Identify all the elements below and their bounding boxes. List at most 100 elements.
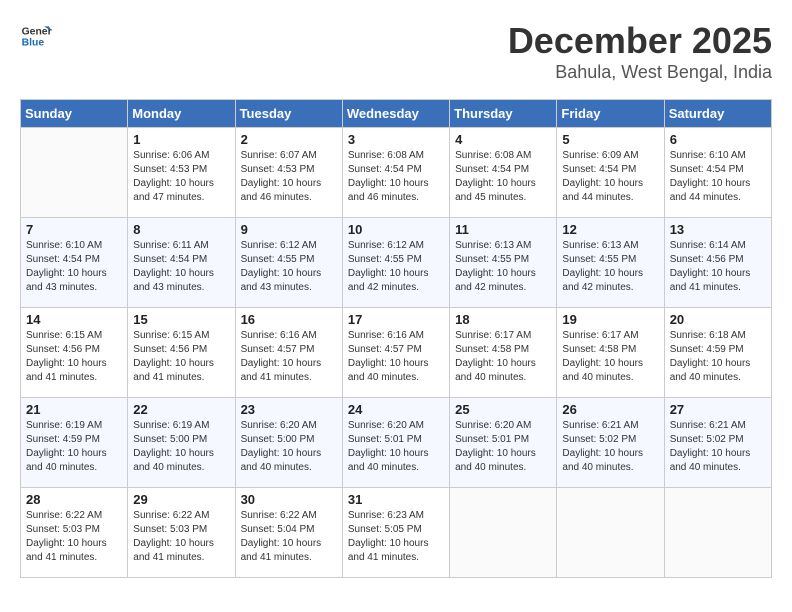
day-info: Sunrise: 6:15 AM Sunset: 4:56 PM Dayligh… bbox=[26, 329, 122, 385]
day-number: 5 bbox=[562, 132, 658, 147]
day-info: Sunrise: 6:13 AM Sunset: 4:55 PM Dayligh… bbox=[562, 239, 658, 295]
day-info: Sunrise: 6:17 AM Sunset: 4:58 PM Dayligh… bbox=[562, 329, 658, 385]
day-number: 19 bbox=[562, 312, 658, 327]
day-number: 6 bbox=[670, 132, 766, 147]
day-number: 12 bbox=[562, 222, 658, 237]
day-info: Sunrise: 6:06 AM Sunset: 4:53 PM Dayligh… bbox=[133, 149, 229, 205]
day-info: Sunrise: 6:21 AM Sunset: 5:02 PM Dayligh… bbox=[562, 419, 658, 475]
day-info: Sunrise: 6:10 AM Sunset: 4:54 PM Dayligh… bbox=[670, 149, 766, 205]
calendar-cell: 26 Sunrise: 6:21 AM Sunset: 5:02 PM Dayli… bbox=[557, 398, 664, 488]
calendar-cell: 9Sunrise: 6:12 AM Sunset: 4:55 PM Daylig… bbox=[235, 218, 342, 308]
calendar-week-row: 7Sunrise: 6:10 AM Sunset: 4:54 PM Daylig… bbox=[21, 218, 772, 308]
calendar-cell: 10 Sunrise: 6:12 AM Sunset: 4:55 PM Dayli… bbox=[342, 218, 449, 308]
day-number: 25 bbox=[455, 402, 551, 417]
day-number: 23 bbox=[241, 402, 337, 417]
calendar-cell: 25 Sunrise: 6:20 AM Sunset: 5:01 PM Dayli… bbox=[450, 398, 557, 488]
day-info: Sunrise: 6:21 AM Sunset: 5:02 PM Dayligh… bbox=[670, 419, 766, 475]
day-info: Sunrise: 6:13 AM Sunset: 4:55 PM Dayligh… bbox=[455, 239, 551, 295]
day-number: 4 bbox=[455, 132, 551, 147]
calendar-cell: 31 Sunrise: 6:23 AM Sunset: 5:05 PM Dayli… bbox=[342, 488, 449, 578]
day-number: 11 bbox=[455, 222, 551, 237]
day-info: Sunrise: 6:19 AM Sunset: 5:00 PM Dayligh… bbox=[133, 419, 229, 475]
day-info: Sunrise: 6:09 AM Sunset: 4:54 PM Dayligh… bbox=[562, 149, 658, 205]
weekday-header-friday: Friday bbox=[557, 100, 664, 128]
day-number: 28 bbox=[26, 492, 122, 507]
calendar-cell: 27 Sunrise: 6:21 AM Sunset: 5:02 PM Dayli… bbox=[664, 398, 771, 488]
day-info: Sunrise: 6:11 AM Sunset: 4:54 PM Dayligh… bbox=[133, 239, 229, 295]
calendar-cell: 8Sunrise: 6:11 AM Sunset: 4:54 PM Daylig… bbox=[128, 218, 235, 308]
calendar-cell bbox=[557, 488, 664, 578]
calendar-cell: 24 Sunrise: 6:20 AM Sunset: 5:01 PM Dayli… bbox=[342, 398, 449, 488]
day-info: Sunrise: 6:20 AM Sunset: 5:00 PM Dayligh… bbox=[241, 419, 337, 475]
day-info: Sunrise: 6:16 AM Sunset: 4:57 PM Dayligh… bbox=[241, 329, 337, 385]
calendar-cell: 2 Sunrise: 6:07 AM Sunset: 4:53 PM Daylig… bbox=[235, 128, 342, 218]
location-title: Bahula, West Bengal, India bbox=[508, 62, 772, 83]
calendar-cell: 3Sunrise: 6:08 AM Sunset: 4:54 PM Daylig… bbox=[342, 128, 449, 218]
day-info: Sunrise: 6:22 AM Sunset: 5:03 PM Dayligh… bbox=[133, 509, 229, 565]
weekday-header-row: SundayMondayTuesdayWednesdayThursdayFrid… bbox=[21, 100, 772, 128]
day-info: Sunrise: 6:19 AM Sunset: 4:59 PM Dayligh… bbox=[26, 419, 122, 475]
day-info: Sunrise: 6:23 AM Sunset: 5:05 PM Dayligh… bbox=[348, 509, 444, 565]
day-info: Sunrise: 6:14 AM Sunset: 4:56 PM Dayligh… bbox=[670, 239, 766, 295]
day-info: Sunrise: 6:20 AM Sunset: 5:01 PM Dayligh… bbox=[455, 419, 551, 475]
calendar-cell: 20 Sunrise: 6:18 AM Sunset: 4:59 PM Dayli… bbox=[664, 308, 771, 398]
day-info: Sunrise: 6:15 AM Sunset: 4:56 PM Dayligh… bbox=[133, 329, 229, 385]
day-number: 13 bbox=[670, 222, 766, 237]
logo: General Blue bbox=[20, 20, 52, 52]
calendar-cell: 30 Sunrise: 6:22 AM Sunset: 5:04 PM Dayli… bbox=[235, 488, 342, 578]
calendar-cell: 15Sunrise: 6:15 AM Sunset: 4:56 PM Dayli… bbox=[128, 308, 235, 398]
day-info: Sunrise: 6:17 AM Sunset: 4:58 PM Dayligh… bbox=[455, 329, 551, 385]
day-info: Sunrise: 6:12 AM Sunset: 4:55 PM Dayligh… bbox=[241, 239, 337, 295]
calendar-cell: 13 Sunrise: 6:14 AM Sunset: 4:56 PM Dayli… bbox=[664, 218, 771, 308]
calendar-cell: 28 Sunrise: 6:22 AM Sunset: 5:03 PM Dayli… bbox=[21, 488, 128, 578]
day-number: 20 bbox=[670, 312, 766, 327]
weekday-header-wednesday: Wednesday bbox=[342, 100, 449, 128]
day-info: Sunrise: 6:22 AM Sunset: 5:04 PM Dayligh… bbox=[241, 509, 337, 565]
day-info: Sunrise: 6:16 AM Sunset: 4:57 PM Dayligh… bbox=[348, 329, 444, 385]
calendar-cell: 1 Sunrise: 6:06 AM Sunset: 4:53 PM Daylig… bbox=[128, 128, 235, 218]
calendar-cell: 21 Sunrise: 6:19 AM Sunset: 4:59 PM Dayli… bbox=[21, 398, 128, 488]
day-info: Sunrise: 6:18 AM Sunset: 4:59 PM Dayligh… bbox=[670, 329, 766, 385]
day-info: Sunrise: 6:12 AM Sunset: 4:55 PM Dayligh… bbox=[348, 239, 444, 295]
weekday-header-saturday: Saturday bbox=[664, 100, 771, 128]
calendar-cell: 23 Sunrise: 6:20 AM Sunset: 5:00 PM Dayli… bbox=[235, 398, 342, 488]
day-number: 26 bbox=[562, 402, 658, 417]
calendar-cell: 29 Sunrise: 6:22 AM Sunset: 5:03 PM Dayli… bbox=[128, 488, 235, 578]
title-section: December 2025 Bahula, West Bengal, India bbox=[508, 20, 772, 83]
day-info: Sunrise: 6:07 AM Sunset: 4:53 PM Dayligh… bbox=[241, 149, 337, 205]
day-info: Sunrise: 6:22 AM Sunset: 5:03 PM Dayligh… bbox=[26, 509, 122, 565]
day-number: 2 bbox=[241, 132, 337, 147]
calendar-cell: 12 Sunrise: 6:13 AM Sunset: 4:55 PM Dayli… bbox=[557, 218, 664, 308]
day-number: 29 bbox=[133, 492, 229, 507]
calendar-week-row: 28 Sunrise: 6:22 AM Sunset: 5:03 PM Dayli… bbox=[21, 488, 772, 578]
day-number: 31 bbox=[348, 492, 444, 507]
weekday-header-tuesday: Tuesday bbox=[235, 100, 342, 128]
day-number: 16 bbox=[241, 312, 337, 327]
day-number: 10 bbox=[348, 222, 444, 237]
calendar-cell: 4 Sunrise: 6:08 AM Sunset: 4:54 PM Daylig… bbox=[450, 128, 557, 218]
day-info: Sunrise: 6:08 AM Sunset: 4:54 PM Dayligh… bbox=[455, 149, 551, 205]
day-number: 27 bbox=[670, 402, 766, 417]
day-number: 18 bbox=[455, 312, 551, 327]
calendar-cell: 22Sunrise: 6:19 AM Sunset: 5:00 PM Dayli… bbox=[128, 398, 235, 488]
calendar-cell bbox=[21, 128, 128, 218]
calendar-cell bbox=[450, 488, 557, 578]
day-number: 30 bbox=[241, 492, 337, 507]
calendar-cell: 7Sunrise: 6:10 AM Sunset: 4:54 PM Daylig… bbox=[21, 218, 128, 308]
calendar-week-row: 21 Sunrise: 6:19 AM Sunset: 4:59 PM Dayli… bbox=[21, 398, 772, 488]
calendar-week-row: 1 Sunrise: 6:06 AM Sunset: 4:53 PM Daylig… bbox=[21, 128, 772, 218]
page-header: General Blue December 2025 Bahula, West … bbox=[20, 20, 772, 83]
day-number: 21 bbox=[26, 402, 122, 417]
day-number: 1 bbox=[133, 132, 229, 147]
month-title: December 2025 bbox=[508, 20, 772, 62]
weekday-header-monday: Monday bbox=[128, 100, 235, 128]
calendar-cell: 5 Sunrise: 6:09 AM Sunset: 4:54 PM Daylig… bbox=[557, 128, 664, 218]
calendar-cell: 19 Sunrise: 6:17 AM Sunset: 4:58 PM Dayli… bbox=[557, 308, 664, 398]
calendar-cell: 6 Sunrise: 6:10 AM Sunset: 4:54 PM Daylig… bbox=[664, 128, 771, 218]
day-number: 24 bbox=[348, 402, 444, 417]
day-number: 14 bbox=[26, 312, 122, 327]
weekday-header-sunday: Sunday bbox=[21, 100, 128, 128]
day-info: Sunrise: 6:20 AM Sunset: 5:01 PM Dayligh… bbox=[348, 419, 444, 475]
day-number: 3 bbox=[348, 132, 444, 147]
calendar-week-row: 14 Sunrise: 6:15 AM Sunset: 4:56 PM Dayli… bbox=[21, 308, 772, 398]
